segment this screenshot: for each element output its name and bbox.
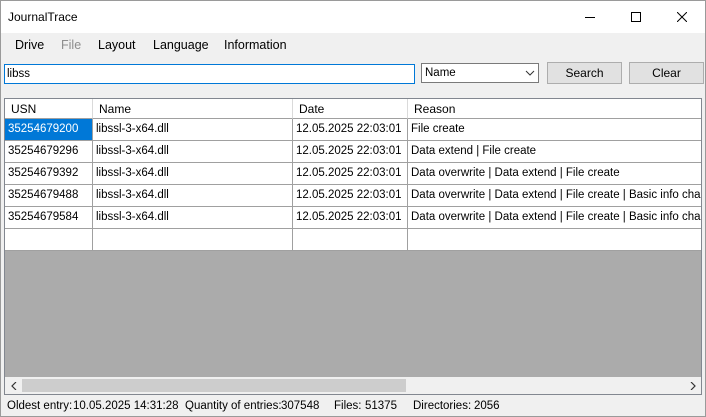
cell-reason[interactable]: Data overwrite | Data extend | File crea…	[408, 207, 701, 229]
menu-file: File	[61, 38, 82, 52]
scrollbar-thumb[interactable]	[22, 379, 406, 392]
status-quantity-value: 307548	[281, 400, 320, 412]
status-bar: Oldest entry: 10.05.2025 14:31:28 Quanti…	[1, 398, 705, 416]
status-directories-value: 2056	[474, 400, 500, 412]
menu-drive[interactable]: Drive	[15, 38, 44, 52]
cell-reason[interactable]: Data extend | File create	[408, 141, 701, 163]
chevron-left-icon	[10, 381, 16, 390]
status-quantity-label: Quantity of entries:	[185, 400, 282, 412]
cell-usn[interactable]: 35254679392	[5, 163, 93, 185]
cell-name-empty[interactable]	[93, 229, 293, 251]
menu-layout[interactable]: Layout	[98, 38, 136, 52]
status-oldest-value: 10.05.2025 14:31:28	[73, 400, 179, 412]
cell-usn-empty[interactable]	[5, 229, 93, 251]
close-icon	[677, 12, 687, 22]
table-row[interactable]: 35254679392 libssl-3-x64.dll 12.05.2025 …	[5, 163, 701, 185]
table-row[interactable]: 35254679296 libssl-3-x64.dll 12.05.2025 …	[5, 141, 701, 163]
column-header-reason[interactable]: Reason	[408, 99, 701, 119]
table-row[interactable]: 35254679488 libssl-3-x64.dll 12.05.2025 …	[5, 185, 701, 207]
results-table[interactable]: USN Name Date Reason 35254679200 libssl-…	[4, 98, 702, 395]
maximize-icon	[631, 12, 641, 22]
status-directories-label: Directories:	[413, 400, 472, 412]
cell-usn[interactable]: 35254679584	[5, 207, 93, 229]
cell-usn[interactable]: 35254679200	[5, 119, 93, 141]
window-title: JournalTrace	[8, 10, 78, 24]
scroll-left-button[interactable]	[5, 377, 22, 394]
column-header-usn[interactable]: USN	[5, 99, 93, 119]
cell-date[interactable]: 12.05.2025 22:03:01	[293, 141, 408, 163]
menu-bar: Drive File Layout Language Information	[1, 33, 705, 57]
cell-name[interactable]: libssl-3-x64.dll	[93, 119, 293, 141]
app-window: JournalTrace Drive File Layout Language …	[0, 0, 706, 417]
table-row[interactable]: 35254679584 libssl-3-x64.dll 12.05.2025 …	[5, 207, 701, 229]
cell-date[interactable]: 12.05.2025 22:03:01	[293, 207, 408, 229]
column-header-date[interactable]: Date	[293, 99, 408, 119]
search-field-select[interactable]: Name	[421, 63, 539, 83]
cell-name[interactable]: libssl-3-x64.dll	[93, 163, 293, 185]
menu-information[interactable]: Information	[224, 38, 287, 52]
cell-date[interactable]: 12.05.2025 22:03:01	[293, 163, 408, 185]
chevron-down-icon	[525, 70, 535, 76]
title-bar[interactable]: JournalTrace	[1, 1, 705, 33]
clear-button[interactable]: Clear	[629, 62, 704, 84]
scroll-right-button[interactable]	[684, 377, 701, 394]
status-oldest-label: Oldest entry:	[7, 400, 73, 412]
search-field-value: Name	[425, 67, 456, 79]
minimize-icon	[585, 17, 595, 18]
cell-usn[interactable]: 35254679296	[5, 141, 93, 163]
minimize-button[interactable]	[567, 1, 613, 33]
cell-name[interactable]: libssl-3-x64.dll	[93, 207, 293, 229]
cell-date[interactable]: 12.05.2025 22:03:01	[293, 119, 408, 141]
cell-date[interactable]: 12.05.2025 22:03:01	[293, 185, 408, 207]
cell-reason-empty[interactable]	[408, 229, 701, 251]
maximize-button[interactable]	[613, 1, 659, 33]
cell-reason[interactable]: Data overwrite | Data extend | File crea…	[408, 185, 701, 207]
cell-date-empty[interactable]	[293, 229, 408, 251]
cell-name[interactable]: libssl-3-x64.dll	[93, 185, 293, 207]
horizontal-scrollbar[interactable]	[5, 377, 701, 394]
column-header-name[interactable]: Name	[93, 99, 293, 119]
status-files-label: Files:	[334, 400, 362, 412]
cell-name[interactable]: libssl-3-x64.dll	[93, 141, 293, 163]
table-row-new[interactable]	[5, 229, 701, 251]
cell-usn[interactable]: 35254679488	[5, 185, 93, 207]
table-header: USN Name Date Reason	[5, 99, 701, 119]
search-input[interactable]: libss	[4, 64, 415, 84]
table-row[interactable]: 35254679200 libssl-3-x64.dll 12.05.2025 …	[5, 119, 701, 141]
status-files-value: 51375	[365, 400, 397, 412]
cell-reason[interactable]: File create	[408, 119, 701, 141]
chevron-right-icon	[690, 381, 696, 390]
menu-language[interactable]: Language	[153, 38, 209, 52]
close-button[interactable]	[659, 1, 705, 33]
cell-reason[interactable]: Data overwrite | Data extend | File crea…	[408, 163, 701, 185]
search-button[interactable]: Search	[547, 62, 622, 84]
